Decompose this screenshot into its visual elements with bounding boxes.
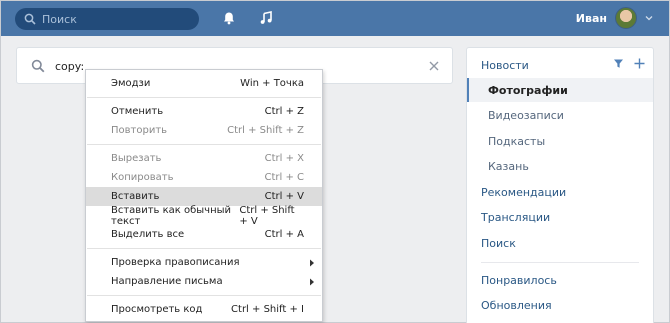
nav-item-label: Фотографии: [488, 83, 568, 97]
nav-item-label: Обновления: [481, 298, 552, 312]
menu-item-shortcut: Win + Точка: [240, 78, 304, 89]
feed-navigation: Новости Фотографии Видеозаписи Подкасты …: [466, 47, 654, 323]
bell-icon[interactable]: [222, 11, 236, 25]
header-search-input[interactable]: Поиск: [15, 8, 199, 30]
nav-item-label: Трансляции: [481, 210, 551, 224]
plus-icon[interactable]: [634, 58, 645, 69]
menu-item-paste[interactable]: Вставить Ctrl + V: [86, 187, 322, 206]
menu-item-copy: Копировать Ctrl + C: [86, 168, 322, 187]
user-menu[interactable]: Иван: [576, 5, 653, 31]
nav-item-kazan[interactable]: Казань: [467, 154, 653, 178]
context-menu: Эмодзи Win + Точка Отменить Ctrl + Z Пов…: [85, 69, 323, 322]
menu-item-shortcut: Ctrl + C: [264, 172, 304, 183]
menu-separator: [87, 144, 321, 145]
nav-item-label: Видеозаписи: [488, 108, 564, 122]
nav-item-label: Поиск: [481, 236, 516, 250]
menu-item-label: Эмодзи: [111, 78, 151, 89]
search-icon: [31, 59, 45, 73]
menu-item-paste-plain[interactable]: Вставить как обычный текст Ctrl + Shift …: [86, 204, 322, 227]
menu-item-label: Проверка правописания: [111, 257, 240, 268]
clear-icon[interactable]: [428, 60, 440, 72]
menu-item-redo: Повторить Ctrl + Shift + Z: [86, 121, 322, 140]
nav-item-label: Понравилось: [481, 273, 557, 287]
menu-item-inspect[interactable]: Просмотреть код Ctrl + Shift + I: [86, 300, 322, 319]
nav-divider: [481, 262, 639, 263]
nav-item-label: Подкасты: [488, 134, 546, 148]
submenu-arrow-icon: [309, 278, 315, 286]
chevron-down-icon: [645, 15, 653, 21]
nav-item-recommendations[interactable]: Рекомендации: [467, 180, 653, 204]
menu-item-select-all[interactable]: Выделить все Ctrl + A: [86, 225, 322, 244]
menu-item-label: Вставить: [111, 191, 160, 202]
submenu-arrow-icon: [309, 259, 315, 267]
header-search-placeholder: Поиск: [42, 12, 77, 26]
menu-item-label: Вставить как обычный текст: [111, 204, 232, 227]
nav-item-podcasts[interactable]: Подкасты: [467, 129, 653, 153]
menu-item-label: Копировать: [111, 172, 174, 183]
user-name: Иван: [575, 11, 607, 25]
menu-item-undo[interactable]: Отменить Ctrl + Z: [86, 102, 322, 121]
nav-item-liked[interactable]: Понравилось: [467, 268, 653, 292]
nav-item-search[interactable]: Поиск: [467, 231, 653, 255]
nav-item-broadcasts[interactable]: Трансляции: [467, 205, 653, 229]
menu-item-label: Просмотреть код: [111, 304, 203, 315]
menu-item-label: Повторить: [111, 125, 168, 136]
menu-item-label: Направление письма: [111, 276, 223, 287]
search-input[interactable]: copy:: [55, 60, 84, 73]
nav-item-label: Рекомендации: [481, 185, 567, 199]
nav-item-videos[interactable]: Видеозаписи: [467, 103, 653, 127]
menu-item-cut: Вырезать Ctrl + X: [86, 149, 322, 168]
menu-item-writing-direction[interactable]: Направление письма: [86, 272, 322, 291]
avatar: [615, 7, 637, 29]
menu-separator: [87, 295, 321, 296]
menu-item-label: Выделить все: [111, 229, 185, 240]
menu-item-shortcut: Ctrl + Shift + Z: [227, 125, 304, 136]
menu-item-shortcut: Ctrl + Shift + V: [239, 204, 295, 227]
menu-item-shortcut: Ctrl + Shift + I: [231, 304, 304, 315]
menu-separator: [87, 248, 321, 249]
search-icon: [24, 13, 36, 25]
menu-item-shortcut: Ctrl + V: [264, 191, 304, 202]
menu-item-emoji[interactable]: Эмодзи Win + Точка: [86, 74, 322, 93]
nav-item-photos[interactable]: Фотографии: [467, 78, 653, 102]
music-icon[interactable]: [259, 11, 273, 25]
menu-item-shortcut: Ctrl + A: [264, 229, 304, 240]
menu-item-shortcut: Ctrl + Z: [264, 106, 304, 117]
menu-item-spellcheck[interactable]: Проверка правописания: [86, 253, 322, 272]
menu-separator: [87, 97, 321, 98]
menu-item-label: Отменить: [111, 106, 164, 117]
top-header: Поиск Иван: [1, 1, 669, 36]
menu-item-label: Вырезать: [111, 153, 162, 164]
filter-icon[interactable]: [613, 58, 624, 69]
nav-item-label: Новости: [481, 58, 529, 72]
nav-item-label: Казань: [488, 159, 529, 173]
menu-item-shortcut: Ctrl + X: [264, 153, 304, 164]
nav-item-updates[interactable]: Обновления: [467, 293, 653, 317]
nav-tools: [613, 58, 645, 69]
